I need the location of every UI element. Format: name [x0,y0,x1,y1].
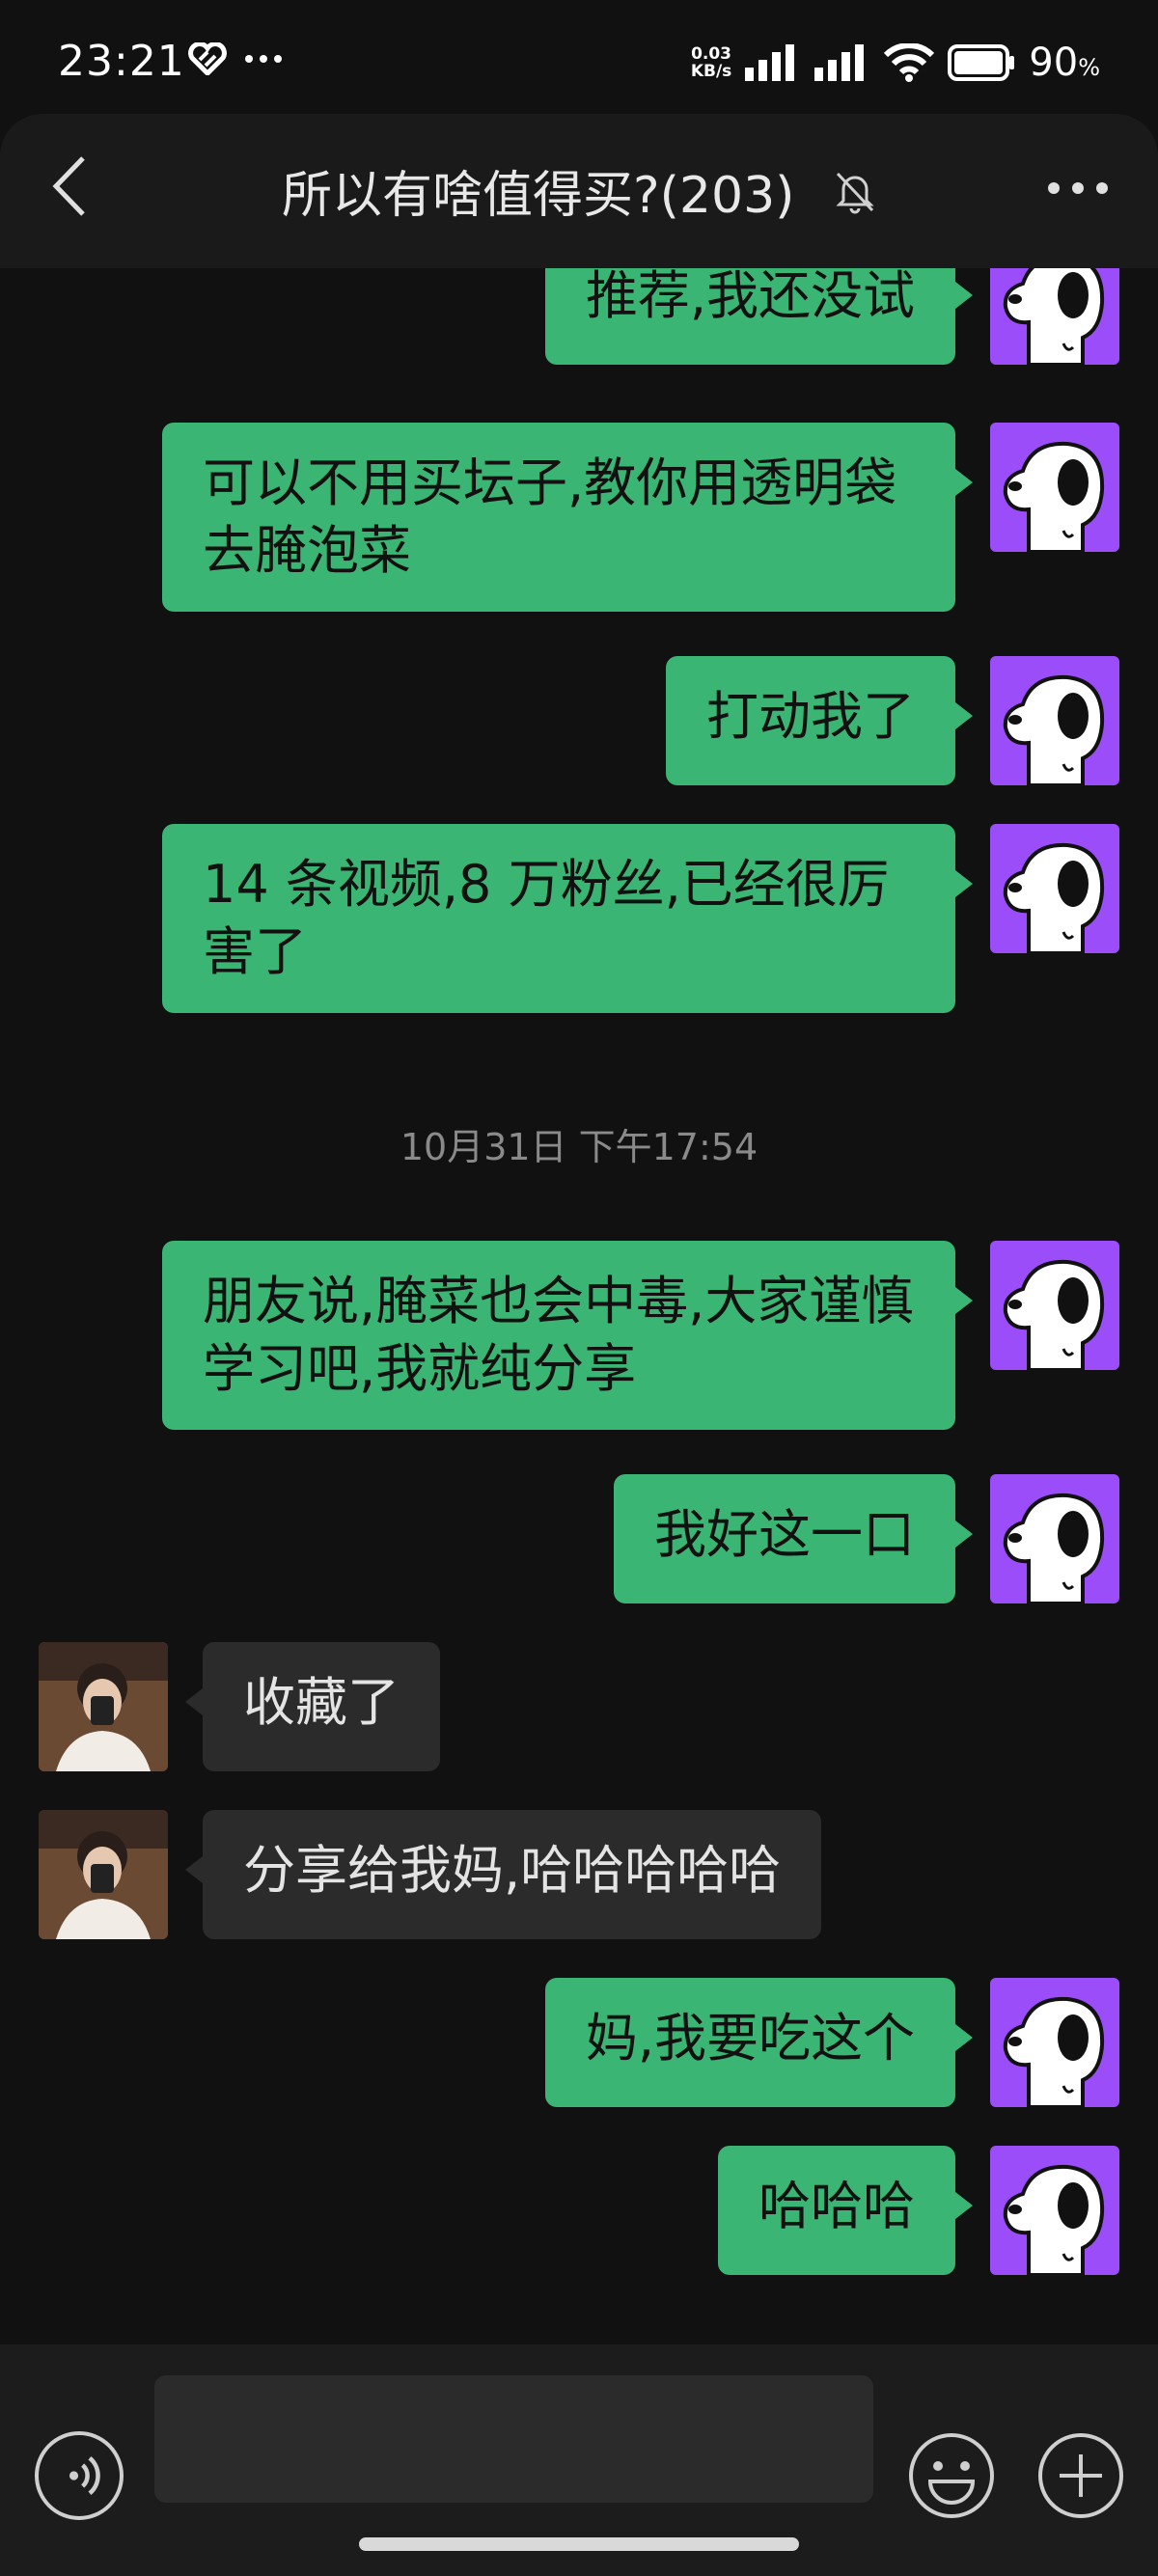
snoopy-avatar-icon [1003,268,1105,365]
message-bubble-outgoing[interactable]: 朋友说,腌菜也会中毒,大家谨慎学习吧,我就纯分享 [162,1241,973,1430]
snoopy-avatar-icon [1003,2164,1105,2275]
home-indicator[interactable] [359,2537,799,2551]
emoji-icon[interactable] [907,2431,996,2520]
message-timestamp: 10月31日 下午17:54 [400,1126,758,1168]
message-bubble-outgoing[interactable]: 打动我了 [666,656,973,785]
chat-title-container: 所以有啥值得买?(203) [0,154,1158,227]
snoopy-avatar-icon [1003,1996,1105,2107]
sender-avatar[interactable] [39,1642,168,1771]
status-time: 23:21 [58,37,185,86]
battery-level: 90% [1029,41,1100,85]
message-bubble-outgoing[interactable]: 妈,我要吃这个 [544,1978,974,2107]
heart-app-icon [188,42,227,75]
message-bubble-incoming[interactable]: 分享给我妈,哈哈哈哈哈 [184,1810,822,1939]
my-avatar[interactable] [990,1978,1119,2107]
status-notification-icons [188,42,283,75]
status-bar: 23:21 0.03 KB/s 90% [0,0,1158,116]
mute-bell-icon [836,172,874,213]
signal-icon-1 [745,44,795,81]
message-input[interactable] [154,2375,873,2503]
my-avatar[interactable] [990,423,1119,552]
network-speed-unit: KB/s [690,62,732,81]
my-avatar[interactable] [990,1241,1119,1370]
message-bubble-outgoing[interactable]: 我好这一口 [614,1474,973,1603]
plus-icon[interactable] [1036,2431,1125,2520]
chat-title[interactable]: 所以有啥值得买?(203) [282,167,794,225]
message-bubble-outgoing[interactable]: 哈哈哈 [718,2146,973,2275]
my-avatar[interactable] [990,268,1119,365]
my-avatar[interactable] [990,1474,1119,1603]
person-photo-avatar [39,1642,168,1771]
snoopy-avatar-icon [1003,1259,1105,1370]
status-right-icons: 0.03 KB/s 90% [691,41,1100,85]
snoopy-avatar-icon [1003,441,1105,552]
network-speed-value: 0.03 [691,44,732,64]
my-avatar[interactable] [990,824,1119,953]
message-bubble-outgoing[interactable]: 可以不用买坛子,教你用透明袋去腌泡菜 [162,423,973,612]
person-photo-avatar [39,1810,168,1939]
snoopy-avatar-icon [1003,1493,1105,1603]
sender-avatar[interactable] [39,1810,168,1939]
snoopy-avatar-icon [1003,842,1105,953]
my-avatar[interactable] [990,656,1119,785]
snoopy-avatar-icon [1003,674,1105,785]
signal-icon-2 [814,44,865,81]
message-bubble-incoming[interactable]: 收藏了 [185,1642,440,1771]
chat-header: 所以有啥值得买?(203) [0,114,1158,268]
wifi-icon [884,43,935,82]
message-list[interactable]: 推荐,我还没试 可以不用买坛子,教你用透明袋去腌泡菜 打动我了 14 条视频,8… [0,268,1158,2344]
my-avatar[interactable] [990,2146,1119,2275]
more-notifications-icon [245,55,282,63]
voice-icon[interactable] [35,2431,124,2520]
battery-icon [948,44,1015,81]
more-dots-icon[interactable] [1046,174,1110,203]
network-speed: 0.03 KB/s [691,45,731,80]
message-bubble-outgoing[interactable]: 14 条视频,8 万粉丝,已经很厉害了 [162,824,973,1013]
message-bubble-outgoing[interactable]: 推荐,我还没试 [544,268,974,365]
